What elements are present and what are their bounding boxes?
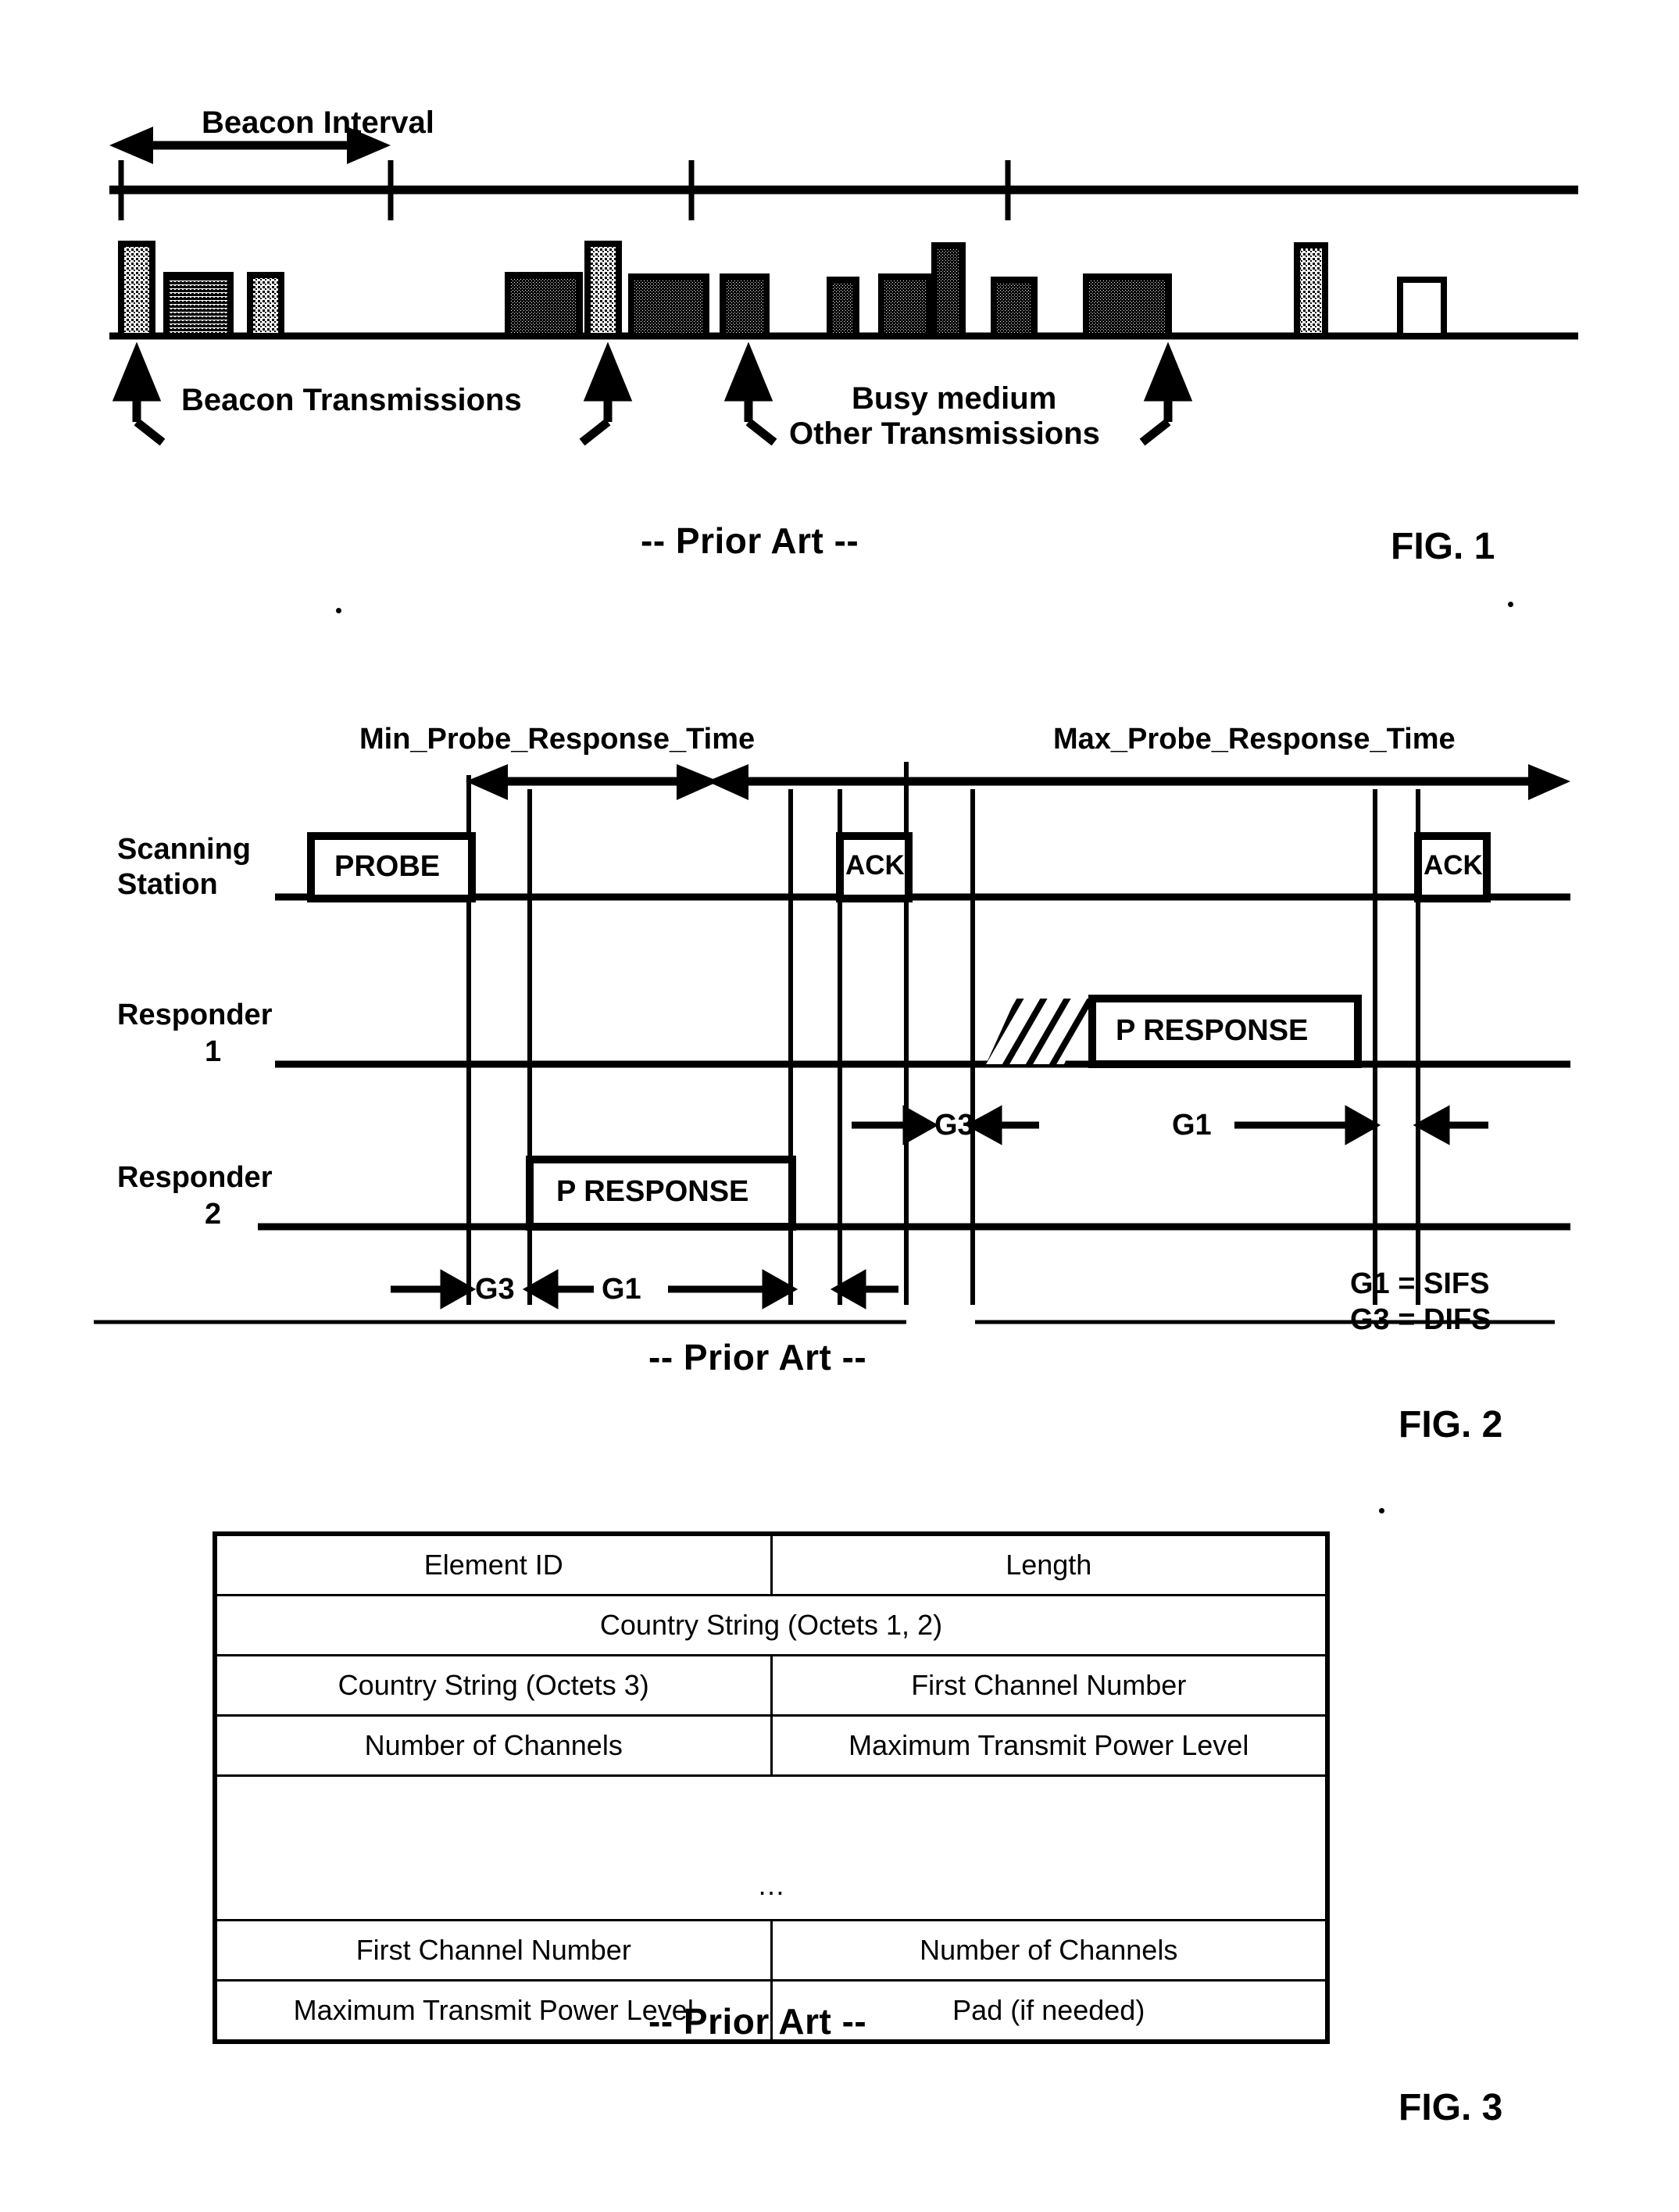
beacon-interval-label: Beacon Interval [202,105,434,140]
fig2-prior-art-caption: -- Prior Art -- [648,1337,867,1378]
responder-1-g1-label: G1 [1172,1109,1212,1142]
cell-country-string-octets-1-2: Country String (Octets 1, 2) [213,1594,1329,1656]
responder-2-label-line1: Responder [117,1161,273,1194]
p-response-label-1: P RESPONSE [1116,1014,1309,1047]
responder-1-backoff-hatch [986,999,1094,1064]
figure-3: Element ID Length Country String (Octets… [0,1508,1679,2128]
ack-frame-label-1: ACK [845,850,905,881]
table-row: Element ID Length [213,1532,1329,1596]
table-row: Country String (Octets 1, 2) [213,1594,1329,1656]
responder-1-label-line2: 1 [205,1035,222,1068]
cell-maximum-transmit-power-level: Maximum Transmit Power Level [770,1714,1329,1777]
min-probe-response-time-arrow [466,764,719,800]
scanning-station-label-line2: Station [117,868,218,901]
figure-1: Beacon Interval Beacon Transmissions Bus… [0,0,1679,613]
scanning-station-label-line1: Scanning [117,833,252,866]
beacon-transmissions-label: Beacon Transmissions [181,383,522,417]
min-probe-response-time-label: Min_Probe_Response_Time [359,723,756,756]
table-row: Country String (Octets 3) First Channel … [213,1654,1329,1717]
responder-2-g3-label: G3 [475,1273,515,1306]
fig1-prior-art-caption: -- Prior Art -- [641,520,859,561]
probe-frame-label: PROBE [334,850,441,883]
fig3-figure-label: FIG. 3 [1399,2087,1503,2128]
fig1-stray-dot-2 [336,608,341,613]
responder-2-label-line2: 2 [205,1198,222,1231]
cell-number-of-channels-2: Number of Channels [770,1919,1329,1982]
legend-g1-sifs: G1 = SIFS [1350,1267,1490,1300]
ack-frame-label-2: ACK [1424,850,1483,881]
fig3-stray-dot [1379,1508,1384,1513]
cell-country-string-octets-3: Country String (Octets 3) [213,1654,773,1717]
p-response-label-2: P RESPONSE [556,1175,749,1208]
responder-2-g1-label: G1 [602,1273,641,1306]
cell-first-channel-number: First Channel Number [770,1654,1329,1717]
legend-g3-difs: G3 = DIFS [1350,1303,1491,1336]
busy-medium-label-line1: Busy medium [852,381,1057,416]
responder-1-g3-label: G3 [934,1109,974,1142]
table-body: Element ID Length Country String (Octets… [213,1532,1329,2043]
cell-first-channel-number-2: First Channel Number [213,1919,773,1982]
cell-ellipsis: … [213,1774,1329,1921]
max-probe-response-time-arrow [707,762,1570,803]
table-row: … [213,1774,1329,1921]
country-information-element-table: Element ID Length Country String (Octets… [213,1531,1330,2044]
cell-element-id: Element ID [213,1532,773,1596]
fig1-transmission-bars [118,241,1447,339]
responder-1-label-line1: Responder [117,999,273,1031]
cell-length: Length [770,1532,1329,1596]
max-probe-response-time-label: Max_Probe_Response_Time [1053,723,1456,756]
table-row: Number of Channels Maximum Transmit Powe… [213,1714,1329,1777]
figure-2: Min_Probe_Response_Time Max_Probe_Respon… [0,688,1679,1445]
fig2-figure-label: FIG. 2 [1399,1404,1503,1445]
fig3-prior-art-caption: -- Prior Art -- [648,2001,867,2042]
table-row: First Channel Number Number of Channels [213,1919,1329,1982]
busy-medium-label-line2: Other Transmissions [789,416,1100,451]
fig1-figure-label: FIG. 1 [1391,526,1495,567]
fig1-stray-dot [1508,602,1513,607]
cell-number-of-channels: Number of Channels [213,1714,773,1777]
